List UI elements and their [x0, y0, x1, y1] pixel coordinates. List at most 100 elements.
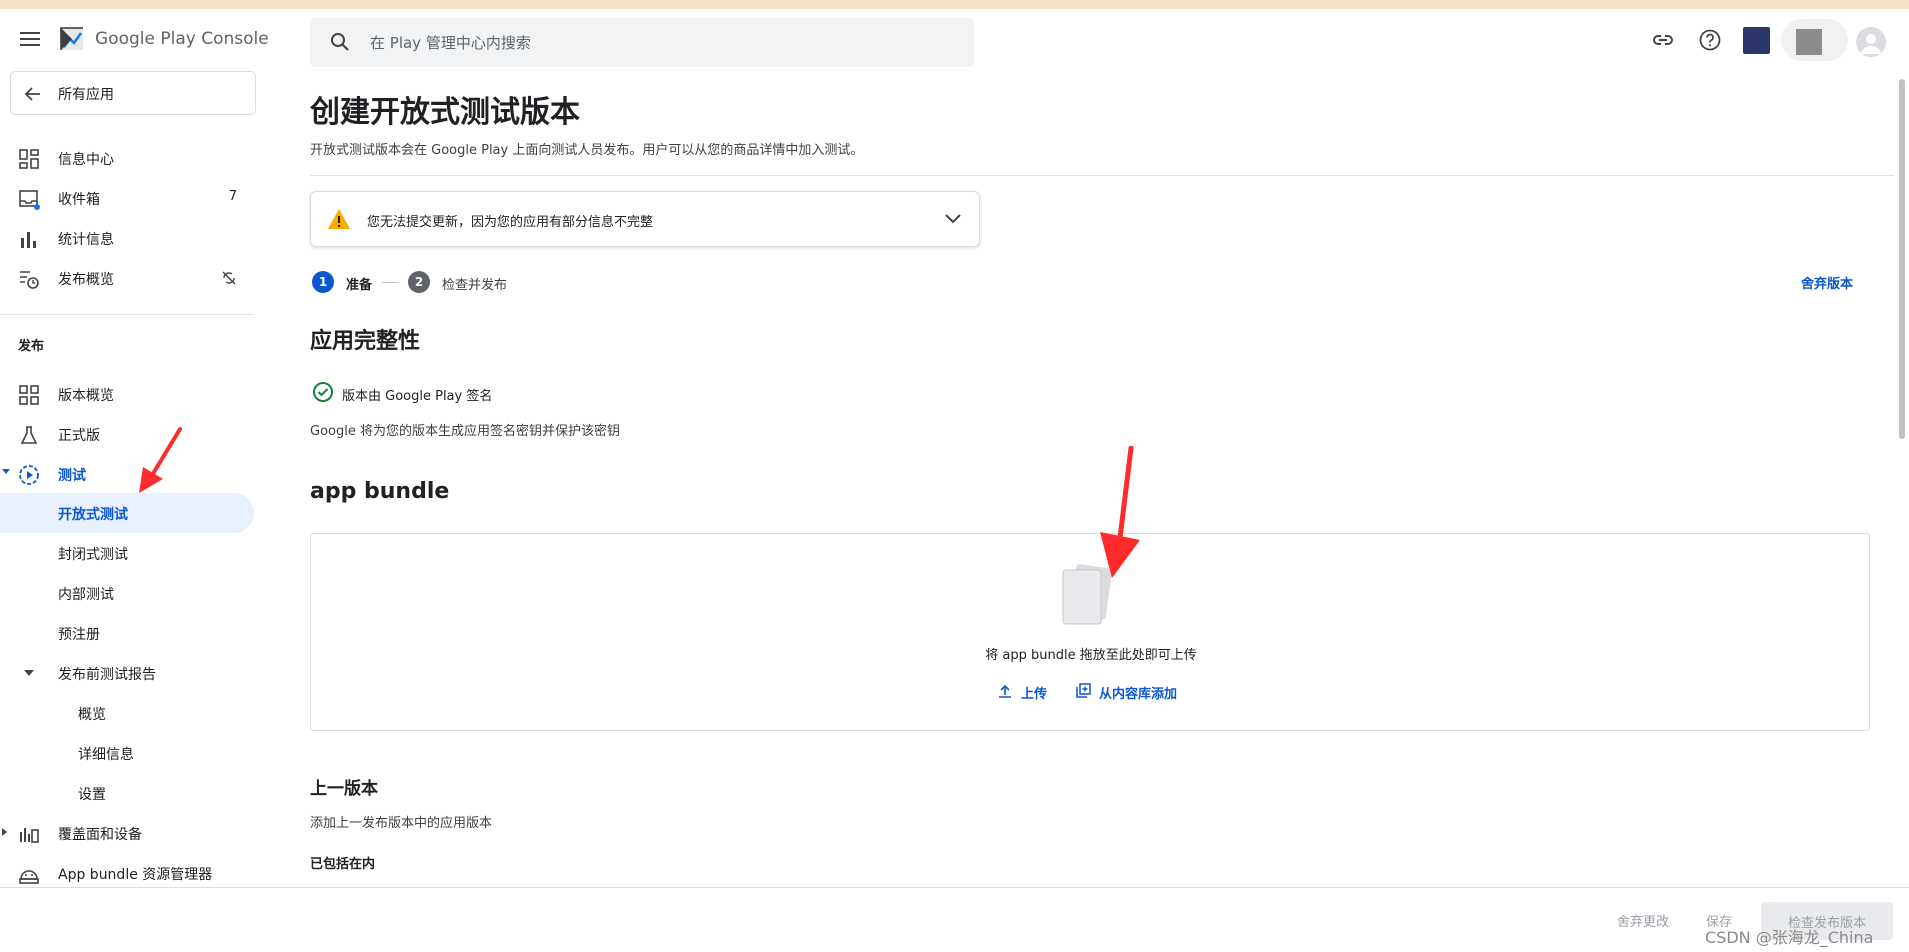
sidebar-item-label: 发布概览: [58, 272, 114, 288]
sidebar-item-overview[interactable]: 概览: [0, 693, 254, 733]
included-heading: 已包括在内: [310, 857, 376, 872]
sidebar-item-label: 信息中心: [58, 152, 114, 168]
scrollbar[interactable]: [1898, 71, 1906, 887]
bar-chart-icon: [21, 232, 36, 248]
window-top-strip: [0, 0, 1909, 9]
sidebar-item-label: 概览: [78, 707, 106, 723]
scroll-thumb[interactable]: [1899, 79, 1905, 439]
account-image: [1796, 29, 1822, 55]
all-apps-label: 所有应用: [58, 87, 114, 103]
sidebar-item-statistics[interactable]: 统计信息: [0, 218, 254, 258]
inbox-count: 7: [228, 189, 237, 204]
step-2-label: 检查并发布: [442, 278, 508, 293]
stepper: 1 准备 2 检查并发布: [310, 267, 710, 297]
sidebar-item-label: 统计信息: [58, 232, 114, 248]
upload-actions: 上传 从内容库添加: [311, 680, 1871, 704]
sidebar-item-label: 测试: [58, 468, 86, 484]
sidebar-item-label: 版本概览: [58, 388, 114, 404]
sidebar-item-label: 收件箱: [58, 192, 100, 208]
bundle-title: app bundle: [310, 479, 450, 504]
integrity-title: 应用完整性: [310, 329, 421, 354]
grid-icon: [19, 385, 39, 405]
sidebar-item-label: 正式版: [58, 428, 100, 444]
sidebar-divider: [0, 314, 254, 315]
sidebar-item-dashboard[interactable]: 信息中心: [0, 138, 254, 178]
previous-version-description: 添加上一发布版本中的应用版本: [310, 816, 493, 831]
sidebar-item-release-overview[interactable]: 版本概览: [0, 374, 254, 414]
upload-label: 上传: [1021, 687, 1048, 702]
app-name: Google Play Console: [95, 29, 269, 49]
sync-off-icon: [222, 271, 236, 285]
sidebar-item-label: 内部测试: [58, 587, 114, 603]
chevron-down-icon: [24, 670, 34, 676]
sidebar-item-testing[interactable]: 测试: [0, 454, 254, 494]
header-divider: [310, 175, 1894, 176]
sidebar-item-publishing-overview[interactable]: 发布概览: [0, 258, 254, 298]
play-console-logo: [60, 27, 83, 50]
sidebar-item-label: 发布前测试报告: [58, 667, 156, 683]
sidebar-item-reach-devices[interactable]: 覆盖面和设备: [0, 813, 254, 853]
page-subtitle: 开放式测试版本会在 Google Play 上面向测试人员发布。用户可以从您的商…: [310, 143, 864, 158]
library-label: 从内容库添加: [1099, 687, 1178, 702]
sidebar-item-open-testing[interactable]: 开放式测试: [0, 493, 254, 533]
drop-hint: 将 app bundle 拖放至此处即可上传: [985, 648, 1197, 663]
sidebar-item-settings[interactable]: 设置: [0, 773, 254, 813]
chevron-down-icon[interactable]: [943, 208, 963, 228]
account-switcher[interactable]: [1781, 19, 1848, 61]
search-input[interactable]: [370, 18, 960, 67]
menu-icon[interactable]: [18, 28, 42, 52]
warning-icon: [328, 209, 350, 229]
discard-release-link[interactable]: 舍弃版本: [1801, 273, 1853, 292]
all-apps-button[interactable]: 所有应用: [10, 71, 256, 115]
sidebar-item-inbox[interactable]: 收件箱 7: [0, 178, 254, 218]
account-color-swatch[interactable]: [1743, 27, 1770, 54]
arrow-back-icon: [24, 87, 40, 101]
sidebar-item-label: 开放式测试: [58, 507, 128, 523]
step-1-badge: 1: [312, 271, 334, 293]
signed-status: 版本由 Google Play 签名: [310, 381, 710, 405]
previous-version-title: 上一版本: [310, 779, 378, 799]
sidebar-item-label: 设置: [78, 787, 106, 803]
link-icon[interactable]: [1650, 27, 1676, 53]
upload-button[interactable]: 上传: [997, 680, 1057, 704]
step-1-label: 准备: [346, 278, 373, 293]
page-title: 创建开放式测试版本: [310, 95, 580, 130]
search-bar[interactable]: [310, 18, 974, 67]
add-from-library-button[interactable]: 从内容库添加: [1075, 680, 1205, 704]
avatar[interactable]: [1856, 27, 1886, 57]
main-content: 创建开放式测试版本 开放式测试版本会在 Google Play 上面向测试人员发…: [310, 71, 1894, 887]
sidebar-item-label: 覆盖面和设备: [58, 827, 142, 843]
android-icon: [19, 870, 39, 884]
sidebar-item-pre-registration[interactable]: 预注册: [0, 613, 254, 653]
sidebar-item-label: 预注册: [58, 627, 100, 643]
warning-text: 您无法提交更新，因为您的应用有部分信息不完整: [367, 215, 654, 230]
testing-icon: [19, 465, 39, 485]
check-circle-icon: [313, 382, 333, 402]
devices-chart-icon: [20, 828, 39, 843]
discard-changes-button[interactable]: 舍弃更改: [1617, 911, 1669, 930]
sidebar-item-internal-testing[interactable]: 内部测试: [0, 573, 254, 613]
sidebar-item-details[interactable]: 详细信息: [0, 733, 254, 773]
warning-banner[interactable]: 您无法提交更新，因为您的应用有部分信息不完整: [310, 191, 980, 247]
sidebar-item-label: 详细信息: [78, 747, 134, 763]
step-2-badge: 2: [408, 271, 430, 293]
annotation-arrow-icon: [1100, 446, 1140, 578]
schedule-list-icon: [20, 271, 39, 289]
section-release-header: 发布: [18, 339, 45, 354]
annotation-arrow-icon: [139, 427, 182, 493]
sidebar-item-label: 封闭式测试: [58, 547, 128, 563]
top-bar: Google Play Console: [0, 9, 1909, 71]
signed-description: Google 将为您的版本生成应用签名密钥并保护该密钥: [310, 424, 620, 439]
footer-bar: 舍弃更改 保存 检查发布版本: [0, 887, 1909, 952]
dashboard-icon: [19, 149, 39, 169]
step-connector: [382, 282, 398, 283]
inbox-icon: [19, 190, 40, 210]
user-icon: [1861, 34, 1881, 54]
sidebar-item-production[interactable]: 正式版: [0, 414, 254, 454]
sidebar-item-closed-testing[interactable]: 封闭式测试: [0, 533, 254, 573]
sidebar-item-pre-launch-report[interactable]: 发布前测试报告: [0, 653, 254, 693]
sidebar-item-label: App bundle 资源管理器: [58, 867, 213, 883]
help-icon[interactable]: [1697, 27, 1723, 53]
search-icon: [331, 33, 349, 51]
watermark: CSDN @张海龙_China: [1705, 928, 1874, 947]
